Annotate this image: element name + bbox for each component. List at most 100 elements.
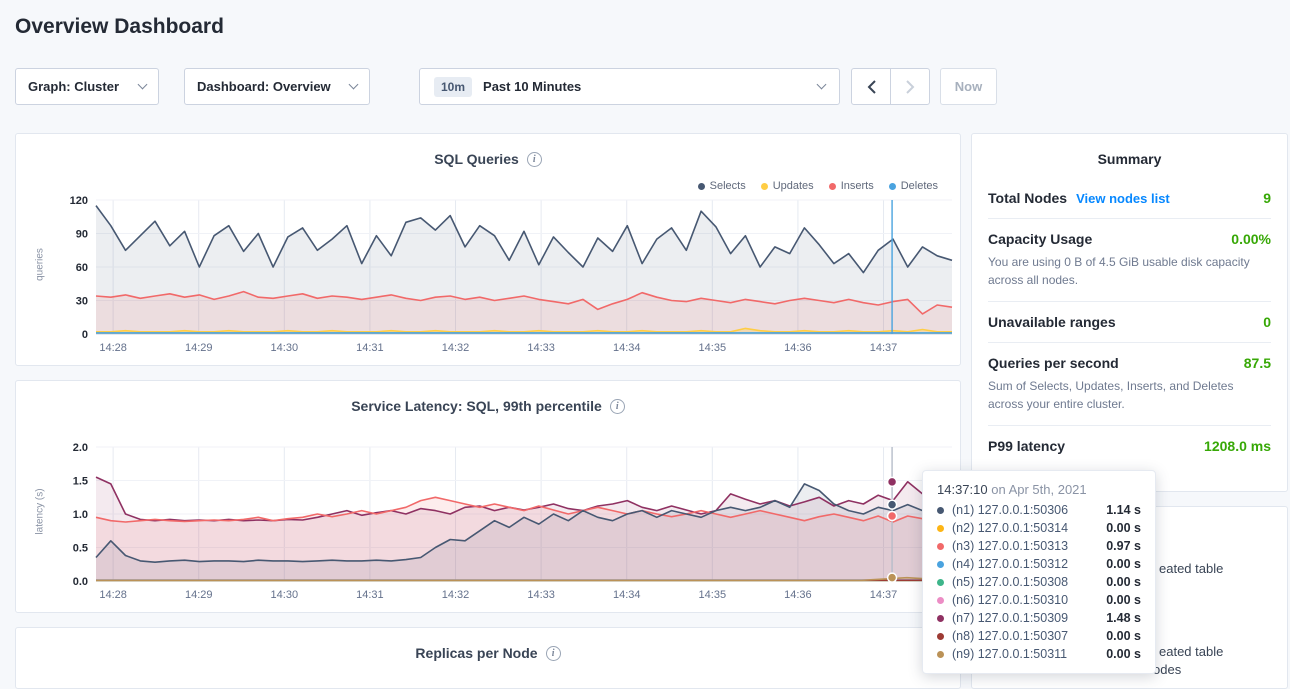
svg-text:14:36: 14:36 xyxy=(784,589,812,601)
svg-text:14:32: 14:32 xyxy=(442,342,470,354)
summary-row-queries-per-second: Queries per second 87.5 Sum of Selects, … xyxy=(988,343,1271,426)
svg-text:14:36: 14:36 xyxy=(784,342,812,354)
summary-value: 9 xyxy=(1263,190,1271,206)
tooltip-node-label: (n3) 127.0.0.1:50313 xyxy=(952,539,1068,553)
tooltip-node-value: 1.14 s xyxy=(1106,503,1141,517)
summary-row-p99-latency: P99 latency 1208.0 ms xyxy=(988,426,1271,466)
svg-text:14:30: 14:30 xyxy=(271,342,299,354)
svg-text:2.0: 2.0 xyxy=(73,442,88,454)
tooltip-row: (n3) 127.0.0.1:50313 0.97 s xyxy=(937,539,1141,553)
tooltip-node-label: (n6) 127.0.0.1:50310 xyxy=(952,593,1068,607)
summary-subtext: You are using 0 B of 4.5 GiB usable disk… xyxy=(988,253,1271,289)
view-nodes-list-link[interactable]: View nodes list xyxy=(1076,191,1170,206)
svg-text:14:28: 14:28 xyxy=(99,589,127,601)
summary-label: P99 latency xyxy=(988,438,1065,454)
chart-title: SQL Queries xyxy=(434,151,519,167)
dashboard-dropdown[interactable]: Dashboard: Overview xyxy=(184,68,370,105)
svg-text:14:35: 14:35 xyxy=(699,589,727,601)
graph-dropdown[interactable]: Graph: Cluster xyxy=(15,68,159,105)
now-button[interactable]: Now xyxy=(940,68,997,105)
chevron-down-icon xyxy=(817,80,827,90)
service-latency-chart-card: Service Latency: SQL, 99th percentile i … xyxy=(15,380,961,613)
summary-panel: Summary Total Nodes View nodes list 9 Ca… xyxy=(971,133,1288,492)
chevron-right-icon xyxy=(906,80,915,94)
chart-title: Replicas per Node xyxy=(415,645,537,661)
tooltip-node-label: (n2) 127.0.0.1:50314 xyxy=(952,521,1068,535)
chevron-down-icon xyxy=(349,80,359,90)
tooltip-row: (n1) 127.0.0.1:50306 1.14 s xyxy=(937,503,1141,517)
svg-text:120: 120 xyxy=(70,195,88,207)
chart-title: Service Latency: SQL, 99th percentile xyxy=(351,398,602,414)
svg-text:14:28: 14:28 xyxy=(99,342,127,354)
summary-label: Unavailable ranges xyxy=(988,314,1116,330)
summary-subtext: Sum of Selects, Updates, Inserts, and De… xyxy=(988,377,1271,413)
service-latency-chart[interactable]: 14:2814:2914:3014:3114:3214:3314:3414:35… xyxy=(16,437,962,613)
tooltip-node-value: 0.00 s xyxy=(1106,647,1141,661)
time-range-label: Past 10 Minutes xyxy=(483,79,581,94)
summary-label: Capacity Usage xyxy=(988,231,1092,247)
svg-text:14:31: 14:31 xyxy=(356,342,384,354)
event-text-fragment: odes xyxy=(1153,662,1181,677)
chart-hover-tooltip: 14:37:10 on Apr 5th, 2021 (n1) 127.0.0.1… xyxy=(922,470,1156,674)
sql-queries-chart[interactable]: 14:2814:2914:3014:3114:3214:3314:3414:35… xyxy=(16,190,962,366)
info-icon[interactable]: i xyxy=(527,152,542,167)
info-icon[interactable]: i xyxy=(546,646,561,661)
tooltip-row: (n4) 127.0.0.1:503120.00 s xyxy=(937,557,1141,571)
series-dot-icon xyxy=(937,615,944,622)
tooltip-node-value: 0.97 s xyxy=(1106,539,1141,553)
graph-dropdown-label: Graph: Cluster xyxy=(28,79,119,94)
tooltip-node-label: (n7) 127.0.0.1:50309 xyxy=(952,611,1068,625)
tooltip-node-value: 0.00 s xyxy=(1106,593,1141,607)
event-text-fragment: eated table xyxy=(1159,561,1223,576)
svg-text:0.0: 0.0 xyxy=(73,576,88,588)
tooltip-timestamp: 14:37:10 on Apr 5th, 2021 xyxy=(937,482,1141,497)
chevron-down-icon xyxy=(138,80,148,90)
dashboard-dropdown-label: Dashboard: Overview xyxy=(197,79,331,94)
time-next-button[interactable] xyxy=(890,68,930,105)
tooltip-node-label: (n5) 127.0.0.1:50308 xyxy=(952,575,1068,589)
info-icon[interactable]: i xyxy=(610,399,625,414)
time-range-selector[interactable]: 10m Past 10 Minutes xyxy=(419,68,840,105)
svg-text:14:29: 14:29 xyxy=(185,342,213,354)
tooltip-date: on Apr 5th, 2021 xyxy=(988,482,1087,497)
svg-text:14:34: 14:34 xyxy=(613,589,641,601)
summary-row-total-nodes: Total Nodes View nodes list 9 xyxy=(988,178,1271,219)
svg-text:14:34: 14:34 xyxy=(613,342,641,354)
svg-text:0: 0 xyxy=(82,329,88,341)
tooltip-node-label: (n1) 127.0.0.1:50306 xyxy=(952,503,1068,517)
tooltip-row: (n7) 127.0.0.1:503091.48 s xyxy=(937,611,1141,625)
svg-text:14:30: 14:30 xyxy=(271,589,299,601)
tooltip-node-label: (n9) 127.0.0.1:50311 xyxy=(952,647,1067,661)
svg-text:60: 60 xyxy=(76,262,88,274)
legend-dot-icon xyxy=(889,183,896,190)
page-title: Overview Dashboard xyxy=(15,15,224,39)
svg-text:14:33: 14:33 xyxy=(527,589,555,601)
replicas-per-node-chart-card: Replicas per Node i xyxy=(15,627,961,689)
tooltip-node-label: (n8) 127.0.0.1:50307 xyxy=(952,629,1068,643)
svg-text:14:37: 14:37 xyxy=(870,342,898,354)
summary-value: 0 xyxy=(1263,314,1271,330)
summary-title: Summary xyxy=(988,134,1271,178)
summary-label: Total Nodes xyxy=(988,190,1067,206)
tooltip-node-value: 0.00 s xyxy=(1106,521,1141,535)
tooltip-node-label: (n4) 127.0.0.1:50312 xyxy=(952,557,1068,571)
summary-row-capacity-usage: Capacity Usage 0.00% You are using 0 B o… xyxy=(988,219,1271,302)
now-button-label: Now xyxy=(955,79,982,94)
chevron-left-icon xyxy=(867,80,876,94)
tooltip-row: (n8) 127.0.0.1:503070.00 s xyxy=(937,629,1141,643)
svg-text:14:31: 14:31 xyxy=(356,589,384,601)
summary-label: Queries per second xyxy=(988,355,1119,371)
summary-value: 0.00% xyxy=(1231,231,1271,247)
svg-text:90: 90 xyxy=(76,229,88,241)
svg-text:1.0: 1.0 xyxy=(73,509,88,521)
svg-text:0.5: 0.5 xyxy=(73,543,88,555)
svg-text:30: 30 xyxy=(76,296,88,308)
series-dot-icon xyxy=(937,543,944,550)
sql-queries-chart-card: SQL Queries i SelectsUpdatesInsertsDelet… xyxy=(15,133,961,366)
time-prev-button[interactable] xyxy=(851,68,891,105)
series-dot-icon xyxy=(937,525,944,532)
svg-text:1.5: 1.5 xyxy=(73,476,88,488)
svg-text:14:32: 14:32 xyxy=(442,589,470,601)
summary-row-unavailable-ranges: Unavailable ranges 0 xyxy=(988,302,1271,343)
series-dot-icon xyxy=(937,651,944,658)
